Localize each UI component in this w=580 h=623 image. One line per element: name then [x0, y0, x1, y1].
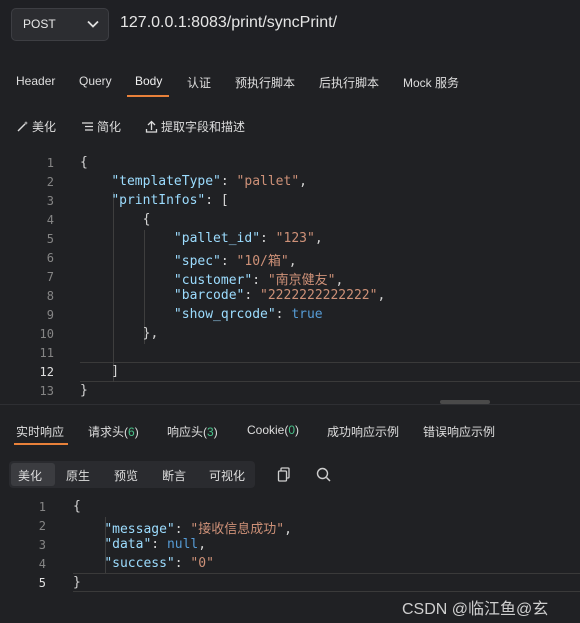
code-line: { — [80, 212, 151, 227]
response-view-tabs: 美化 原生 预览 断言 可视化 — [9, 461, 255, 488]
current-line-highlight — [73, 573, 580, 592]
code-line: { — [80, 155, 88, 170]
line-number: 11 — [39, 346, 54, 360]
tab-pre-script[interactable]: 预执行脚本 — [235, 74, 295, 91]
beautify-label: 美化 — [32, 120, 57, 134]
line-number: 4 — [46, 213, 54, 227]
tab-label: 错误响应示例 — [423, 425, 496, 439]
tab-label: 成功响应示例 — [327, 425, 400, 439]
tab-realtime-response[interactable]: 实时响应 — [16, 423, 64, 440]
tab-label: 响应头 — [167, 425, 204, 439]
chevron-down-icon — [87, 20, 99, 28]
line-number: 3 — [38, 538, 46, 552]
subtab-preview[interactable]: 预览 — [114, 467, 138, 484]
line-number: 10 — [39, 327, 54, 341]
subtab-beautify[interactable]: 美化 — [18, 467, 42, 484]
code-line: "templateType": "pallet", — [111, 174, 307, 189]
tab-cookie[interactable]: Cookie(0) — [247, 423, 299, 437]
simplify-button[interactable]: 简化 — [81, 118, 121, 135]
line-number: 3 — [46, 194, 54, 208]
search-icon[interactable] — [316, 467, 332, 483]
code-line: }, — [80, 326, 159, 341]
line-number: 8 — [46, 289, 54, 303]
watermark: CSDN @临江鱼@玄 — [402, 601, 549, 618]
tab-response-headers[interactable]: 响应头(3) — [167, 423, 218, 440]
code-line: "customer": "南京健友", — [173, 273, 344, 288]
tab-body[interactable]: Body — [135, 74, 162, 88]
beautify-button[interactable]: 美化 — [16, 118, 56, 135]
url-input[interactable]: 127.0.0.1:8083/print/syncPrint/ — [120, 14, 337, 32]
line-number: 1 — [46, 156, 54, 170]
subtab-raw[interactable]: 原生 — [66, 467, 90, 484]
line-number: 2 — [46, 175, 54, 189]
tab-auth[interactable]: 认证 — [187, 74, 211, 91]
line-number: 5 — [46, 232, 54, 246]
tab-post-script[interactable]: 后执行脚本 — [319, 74, 379, 91]
line-number: 4 — [38, 557, 46, 571]
code-line: { — [73, 499, 81, 514]
line-number: 7 — [46, 270, 54, 284]
code-line: "message": "接收信息成功", — [104, 522, 292, 537]
method-select[interactable]: POST — [11, 8, 109, 41]
simplify-label: 简化 — [97, 120, 122, 134]
method-label: POST — [23, 17, 56, 31]
code-line: "data": null, — [104, 537, 207, 552]
count-badge: 3 — [207, 425, 214, 439]
copy-icon[interactable] — [277, 467, 291, 483]
tab-mock[interactable]: Mock 服务 — [403, 74, 459, 91]
request-tabs: Header Query Body 认证 预执行脚本 后执行脚本 Mock 服务 — [0, 64, 580, 100]
tab-label: 实时响应 — [16, 425, 65, 439]
code-line: ] — [80, 364, 120, 379]
active-tab-indicator — [14, 443, 68, 445]
code-line: } — [73, 575, 81, 590]
upload-icon — [145, 120, 158, 133]
tab-query[interactable]: Query — [79, 74, 112, 88]
code-line: "printInfos": [ — [111, 193, 229, 208]
line-number: 1 — [38, 500, 46, 514]
line-number: 2 — [38, 519, 46, 533]
count-badge: 0 — [288, 423, 296, 437]
tab-error-example[interactable]: 错误响应示例 — [423, 423, 495, 440]
count-badge: 6 — [128, 425, 135, 439]
code-line: "pallet_id": "123", — [173, 231, 323, 246]
tab-label: 请求头 — [88, 425, 125, 439]
subtab-visualize[interactable]: 可视化 — [209, 467, 245, 484]
tab-request-headers[interactable]: 请求头(6) — [88, 423, 139, 440]
magic-wand-icon — [17, 121, 28, 132]
code-line: "spec": "10/箱", — [173, 254, 297, 269]
tab-success-example[interactable]: 成功响应示例 — [327, 423, 399, 440]
active-tab-indicator — [127, 95, 169, 97]
extract-fields-label: 提取字段和描述 — [161, 120, 246, 134]
code-line: "barcode": "2222222222222", — [173, 288, 386, 303]
line-number: 9 — [46, 308, 54, 322]
current-line-highlight — [80, 362, 580, 382]
line-number: 13 — [39, 384, 54, 398]
request-bar: POST 127.0.0.1:8083/print/syncPrint/ — [0, 0, 580, 50]
list-icon — [82, 122, 93, 131]
code-line: "show_qrcode": true — [173, 307, 323, 322]
extract-fields-button[interactable]: 提取字段和描述 — [145, 118, 245, 135]
code-line: "success": "0" — [104, 556, 214, 571]
line-number: 6 — [46, 251, 54, 265]
line-number-current: 5 — [38, 576, 46, 590]
code-line: } — [80, 383, 88, 398]
subtab-assert[interactable]: 断言 — [162, 467, 186, 484]
body-toolbar: 美化 简化 提取字段和描述 — [0, 112, 580, 140]
tab-header[interactable]: Header — [16, 74, 55, 88]
tab-label: Cookie — [247, 423, 285, 437]
response-tabs: 实时响应 请求头(6) 响应头(3) Cookie(0) 成功响应示例 错误响应… — [0, 405, 580, 445]
line-number-current: 12 — [39, 365, 54, 379]
